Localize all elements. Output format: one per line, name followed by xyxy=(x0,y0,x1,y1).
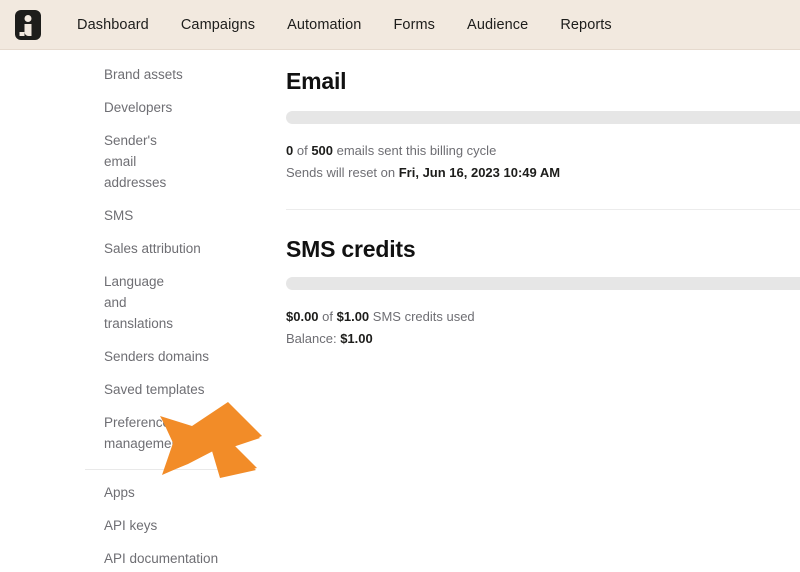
email-usage-text: 0 of 500 emails sent this billing cycle xyxy=(286,140,800,162)
nav-item-campaigns[interactable]: Campaigns xyxy=(165,11,271,39)
brand-logo-icon[interactable] xyxy=(15,9,41,40)
sms-credits-section: SMS credits $0.00 of $1.00 SMS credits u… xyxy=(286,236,800,350)
logo-dot xyxy=(24,14,32,22)
settings-sidebar: Brand assets Developers Sender's email a… xyxy=(0,50,240,572)
page-root: Dashboard Campaigns Automation Forms Aud… xyxy=(0,0,800,572)
nav-item-dashboard[interactable]: Dashboard xyxy=(59,11,165,39)
sms-balance-amount: $1.00 xyxy=(340,331,373,346)
sms-total-amount: $1.00 xyxy=(336,309,370,324)
logo-stem xyxy=(19,23,32,36)
sidebar-divider-developer xyxy=(85,469,240,470)
email-section-title: Email xyxy=(286,68,347,94)
email-usage-section: Email 0 of 500 emails sent this billing … xyxy=(286,68,800,184)
top-navigation-bar: Dashboard Campaigns Automation Forms Aud… xyxy=(0,0,800,50)
main-content: Email 0 of 500 emails sent this billing … xyxy=(240,50,800,572)
email-reset-text: Sends will reset on Fri, Jun 16, 2023 10… xyxy=(286,162,800,184)
sidebar-item-language-and-translations[interactable]: Language and translations xyxy=(0,265,240,340)
email-reset-prefix: Sends will reset on xyxy=(286,165,399,180)
sidebar-item-brand-assets[interactable]: Brand assets xyxy=(0,58,240,91)
sms-balance-text: Balance: $1.00 xyxy=(286,328,800,350)
sidebar-item-sms[interactable]: SMS xyxy=(0,199,240,232)
sidebar-item-api-keys[interactable]: API keys xyxy=(0,509,240,542)
email-usage-suffix: emails sent this billing cycle xyxy=(333,143,497,158)
email-usage-of: of xyxy=(293,143,312,158)
sidebar-item-developers[interactable]: Developers xyxy=(0,91,240,124)
nav-item-forms[interactable]: Forms xyxy=(377,11,451,39)
sms-used-suffix: SMS credits used xyxy=(369,309,475,324)
sidebar-item-saved-templates[interactable]: Saved templates xyxy=(0,373,240,406)
sidebar-item-sales-attribution[interactable]: Sales attribution xyxy=(0,232,240,265)
sidebar-item-preference-management[interactable]: Preference management xyxy=(0,406,240,460)
email-reset-date: Fri, Jun 16, 2023 10:49 AM xyxy=(398,165,561,180)
sms-section-title: SMS credits xyxy=(286,236,416,262)
sidebar-item-apps[interactable]: Apps xyxy=(0,476,240,509)
email-usage-progress-bar xyxy=(286,111,800,124)
sidebar-item-senders-email-addresses[interactable]: Sender's email addresses xyxy=(0,124,240,199)
main-nav: Dashboard Campaigns Automation Forms Aud… xyxy=(59,11,628,39)
sms-used-of: of xyxy=(318,309,337,324)
sms-usage-text: $0.00 of $1.00 SMS credits used xyxy=(286,306,800,328)
nav-item-reports[interactable]: Reports xyxy=(544,11,627,39)
sms-used-amount: $0.00 xyxy=(286,309,319,324)
sidebar-item-senders-domains[interactable]: Senders domains xyxy=(0,340,240,373)
nav-item-automation[interactable]: Automation xyxy=(271,11,377,39)
sms-balance-prefix: Balance: xyxy=(286,331,341,346)
sidebar-item-api-documentation[interactable]: API documentation xyxy=(0,542,240,572)
section-divider xyxy=(286,209,800,210)
sms-credits-progress-bar xyxy=(286,277,800,290)
email-usage-total: 500 xyxy=(311,143,334,158)
nav-item-audience[interactable]: Audience xyxy=(451,11,544,39)
